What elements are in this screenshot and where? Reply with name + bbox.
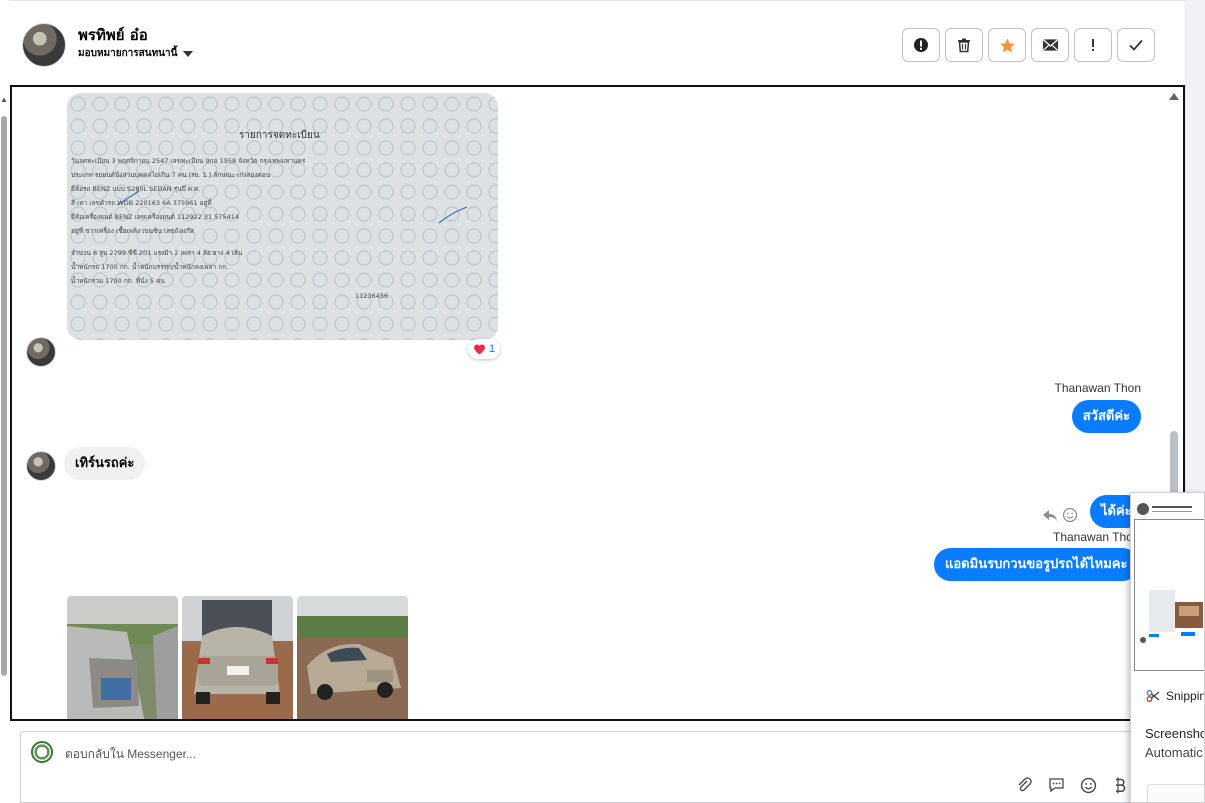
registration-document-photo[interactable]: รายการจดทะเบียน วันจดทะเบียน 3 พฤศจิกายน… [67, 93, 498, 340]
baht-icon[interactable] [1111, 776, 1129, 794]
screenshot-thumbnail[interactable] [1134, 519, 1204, 671]
left-scrollbar[interactable]: ▲ [0, 96, 8, 696]
mark-done-button[interactable] [1117, 28, 1155, 62]
reply-tools [1015, 776, 1129, 794]
reply-composer[interactable] [20, 731, 1140, 803]
contact-avatar[interactable] [22, 23, 66, 67]
doc-line: จำนวน 6 สูบ 2799 ซีซี 201 แรงม้า 2 เพลา … [71, 249, 243, 257]
react-smiley-icon[interactable] [1062, 507, 1078, 523]
doc-line: อยู่ที่ ขวาเครื่อง เชื้อเพลิง เบนซิน เลข… [71, 226, 194, 235]
notification-title: Screensho [1145, 726, 1205, 741]
reaction-count: 1 [489, 343, 496, 355]
scroll-up-icon[interactable]: ▲ [0, 96, 8, 104]
check-icon [1129, 39, 1143, 51]
snipping-tool-notification[interactable]: Snippin Screensho Automatic [1130, 492, 1205, 803]
smiley-icon[interactable] [1079, 776, 1097, 794]
message-bubble-outgoing[interactable]: แอดมินรบกวนขอรูปรถได้ไหมคะ [934, 548, 1139, 581]
trash-icon [958, 38, 970, 53]
car-front-image [297, 596, 408, 719]
preview-header [1137, 503, 1192, 515]
messenger-inbox: ▲ พรทิพย์ อ๋อ มอบหมายการสนทนานี้ รายการจ… [0, 0, 1205, 803]
comment-icon[interactable] [1047, 776, 1065, 794]
follow-up-button[interactable] [1074, 28, 1112, 62]
doc-line: 11236456 [355, 292, 388, 300]
conversation-header: พรทิพย์ อ๋อ มอบหมายการสนทนานี้ [10, 0, 1185, 86]
page-logo-icon [31, 741, 53, 763]
doc-line: น้ำหนักรวม 1700 กก. ที่นั่ง 5 คน [71, 276, 165, 285]
delete-button[interactable] [945, 28, 983, 62]
mark-unread-button[interactable] [1031, 28, 1069, 62]
contact-avatar-small[interactable] [26, 337, 56, 367]
exclamation-icon [1092, 39, 1094, 51]
message-tools [1042, 507, 1078, 523]
heart-reaction[interactable]: 1 [468, 339, 501, 359]
contact-name[interactable]: พรทิพย์ อ๋อ [78, 23, 148, 47]
snipping-app-name: Snippin [1166, 689, 1205, 703]
notification-action[interactable] [1147, 784, 1204, 802]
star-button[interactable] [988, 28, 1026, 62]
info-button[interactable] [902, 28, 940, 62]
header-actions [902, 28, 1155, 62]
info-icon [914, 38, 928, 52]
car-front-photo[interactable] [297, 596, 408, 719]
doc-line: วันจดทะเบียน 3 พฤศจิกายน 2547 เลขทะเบียน… [71, 157, 306, 165]
assign-conversation-dropdown[interactable]: มอบหมายการสนทนานี้ [78, 46, 194, 61]
car-interior-image [67, 596, 178, 719]
message-bubble-outgoing[interactable]: สวัสดีค่ะ [1071, 400, 1141, 433]
notification-subtitle: Automatic [1145, 745, 1203, 760]
doc-line: ยี่ห้อเครื่องยนต์ BENZ เลขเครื่องยนต์ 11… [71, 212, 239, 221]
scroll-up-arrow-icon[interactable] [1169, 93, 1179, 100]
car-interior-photo[interactable] [67, 596, 178, 719]
doc-line: ประเภท รถยนต์นั่งส่วนบุคคลไม่เกิน 7 คน (… [71, 170, 271, 179]
document-image: รายการจดทะเบียน วันจดทะเบียน 3 พฤศจิกายน… [67, 93, 498, 340]
thumbnail-image [1135, 520, 1204, 670]
message-bubble-incoming[interactable]: เทิร์นรถค่ะ [64, 447, 146, 480]
heart-icon [474, 344, 485, 355]
preview-title-lines [1152, 506, 1192, 512]
doc-line: ยี่ห้อรถ BENZ แบบ S280L SEDAN รุ่นปี ค.ศ… [71, 184, 201, 193]
sender-name: Thanawan Thon [1053, 530, 1140, 544]
reply-input[interactable] [65, 744, 965, 764]
snipping-tool-row: Snippin [1146, 689, 1205, 703]
message-thread[interactable]: รายการจดทะเบียน วันจดทะเบียน 3 พฤศจิกายน… [10, 85, 1185, 721]
left-scrollbar-thumb[interactable] [1, 116, 7, 676]
sender-name: Thanawan Thon [1054, 381, 1141, 395]
chevron-down-icon [183, 50, 194, 57]
car-rear-image [182, 596, 293, 719]
preview-avatar [1137, 503, 1149, 515]
contact-avatar-small[interactable] [26, 451, 56, 481]
scissors-icon [1146, 690, 1160, 702]
doc-line: สี เทา เลขตัวรถ WDB 220163 6A 375961 อยู… [71, 198, 212, 207]
doc-line: น้ำหนักรถ 1700 กก. น้ำหนักบรรทุก/น้ำหนัก… [71, 262, 228, 271]
envelope-icon [1042, 39, 1058, 51]
car-rear-photo[interactable] [182, 596, 293, 719]
paperclip-icon[interactable] [1015, 776, 1033, 794]
star-icon [999, 37, 1015, 53]
document-heading: รายการจดทะเบียน [239, 129, 320, 141]
assign-label: มอบหมายการสนทนานี้ [78, 48, 178, 59]
reply-icon[interactable] [1042, 508, 1058, 522]
